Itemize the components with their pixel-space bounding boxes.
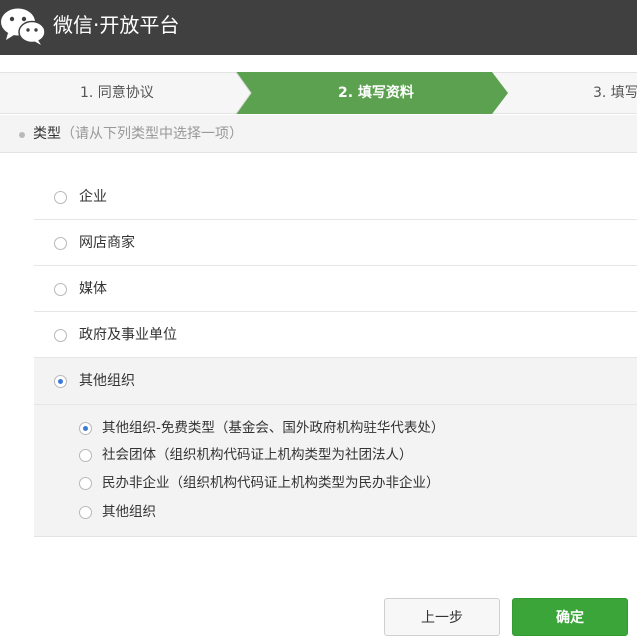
step-2-active: 2. 填写资料: [338, 85, 414, 101]
option-media[interactable]: 媒体: [34, 267, 637, 312]
option-government[interactable]: 政府及事业单位: [34, 313, 637, 358]
option-label: 企业: [79, 189, 107, 205]
sub-option-label: 其他组织: [102, 504, 156, 520]
option-enterprise[interactable]: 企业: [34, 175, 637, 220]
radio-online-shop[interactable]: [54, 237, 67, 250]
sub-option-label: 民办非企业（组织机构代码证上机构类型为民办非企业）: [102, 475, 440, 491]
section-title-text: 类型: [33, 126, 61, 142]
radio-private-non-enterprise[interactable]: [79, 477, 92, 490]
radio-media[interactable]: [54, 283, 67, 296]
option-other-org[interactable]: 其他组织: [34, 358, 637, 404]
radio-enterprise[interactable]: [54, 191, 67, 204]
option-label: 其他组织: [79, 373, 135, 389]
radio-social-group[interactable]: [79, 449, 92, 462]
step-1: 1. 同意协议: [80, 85, 154, 101]
sub-option-label: 社会团体（组织机构代码证上机构类型为社团法人）: [102, 447, 413, 463]
sub-option-other-org[interactable]: 其他组织: [79, 501, 619, 523]
radio-sub-other-org[interactable]: [79, 506, 92, 519]
step-3: 3. 填写: [593, 85, 637, 101]
section-hint: （请从下列类型中选择一项）: [61, 126, 243, 142]
section-title: 类型（请从下列类型中选择一项）: [33, 115, 243, 153]
option-label: 政府及事业单位: [79, 327, 177, 343]
sub-option-social-group[interactable]: 社会团体（组织机构代码证上机构类型为社团法人）: [79, 444, 619, 466]
top-header: 微信·开放平台: [0, 0, 637, 55]
brand-title: 微信·开放平台: [53, 13, 180, 37]
radio-other-org[interactable]: [54, 375, 67, 388]
option-label: 媒体: [79, 281, 107, 297]
radio-government[interactable]: [54, 329, 67, 342]
section-header: 类型（请从下列类型中选择一项）: [0, 115, 637, 153]
wechat-logo-icon: [1, 8, 46, 45]
radio-free-type[interactable]: [79, 422, 92, 435]
sub-option-label: 其他组织-免费类型（基金会、国外政府机构驻华代表处）: [102, 420, 445, 436]
sub-option-private-non-enterprise[interactable]: 民办非企业（组织机构代码证上机构类型为民办非企业）: [79, 472, 619, 494]
divider: [34, 404, 637, 405]
progress-steps: 1. 同意协议 2. 填写资料 3. 填写: [0, 72, 637, 114]
option-label: 网店商家: [79, 235, 135, 251]
prev-step-button[interactable]: 上一步: [384, 598, 500, 636]
confirm-button[interactable]: 确定: [512, 598, 628, 636]
sub-option-free-type[interactable]: 其他组织-免费类型（基金会、国外政府机构驻华代表处）: [79, 417, 619, 439]
option-online-shop[interactable]: 网店商家: [34, 221, 637, 266]
bullet-dot-icon: [19, 132, 25, 138]
option-other-org-expanded: 其他组织 其他组织-免费类型（基金会、国外政府机构驻华代表处） 社会团体（组织机…: [34, 358, 637, 537]
